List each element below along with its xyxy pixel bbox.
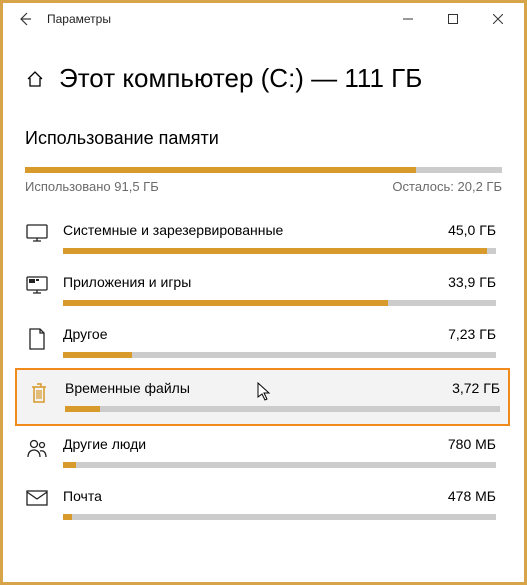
category-row[interactable]: Почта 478 МБ [25,478,502,530]
category-label: Другие люди [63,436,146,452]
apps-icon [25,276,49,300]
section-title: Использование памяти [25,128,502,149]
category-list: Системные и зарезервированные 45,0 ГБ Прил… [25,212,502,530]
category-row[interactable]: Системные и зарезервированные 45,0 ГБ [25,212,502,264]
category-label: Временные файлы [65,380,190,396]
category-body: Системные и зарезервированные 45,0 ГБ [63,222,496,254]
category-size: 478 МБ [448,488,496,504]
content-area: Этот компьютер (C:) — 111 ГБ Использован… [3,35,524,530]
category-size: 780 МБ [448,436,496,452]
system-icon [25,224,49,248]
category-size: 7,23 ГБ [448,326,496,342]
category-size: 33,9 ГБ [448,274,496,290]
category-bar-fill [65,406,100,412]
category-bar-fill [63,300,388,306]
category-bar [63,352,496,358]
minimize-button[interactable] [385,3,430,35]
category-body: Временные файлы 3,72 ГБ [65,380,500,412]
category-bar-fill [63,462,76,468]
category-label: Почта [63,488,102,504]
category-row[interactable]: Другое 7,23 ГБ [25,316,502,368]
category-bar [63,300,496,306]
titlebar: Параметры [3,3,524,35]
category-body: Другое 7,23 ГБ [63,326,496,358]
category-bar [63,514,496,520]
storage-total-fill [25,167,416,173]
mail-icon [25,490,49,514]
category-bar-fill [63,248,487,254]
category-bar-fill [63,352,132,358]
back-button[interactable] [7,3,43,35]
category-label: Системные и зарезервированные [63,222,283,238]
page-header: Этот компьютер (C:) — 111 ГБ [25,63,502,94]
maximize-button[interactable] [430,3,475,35]
category-row[interactable]: Другие люди 780 МБ [25,426,502,478]
category-bar [63,462,496,468]
category-row[interactable]: Временные файлы 3,72 ГБ [15,368,510,426]
remaining-label: Осталось: 20,2 ГБ [392,179,502,194]
category-body: Почта 478 МБ [63,488,496,520]
category-bar [65,406,500,412]
category-bar-fill [63,514,72,520]
category-row[interactable]: Приложения и игры 33,9 ГБ [25,264,502,316]
category-body: Приложения и игры 33,9 ГБ [63,274,496,306]
category-bar [63,248,496,254]
people-icon [25,438,49,462]
category-body: Другие люди 780 МБ [63,436,496,468]
usage-labels: Использовано 91,5 ГБ Осталось: 20,2 ГБ [25,179,502,194]
category-size: 45,0 ГБ [448,222,496,238]
category-label: Приложения и игры [63,274,191,290]
close-icon [493,14,503,24]
category-label: Другое [63,326,107,342]
maximize-icon [448,14,458,24]
window-controls [385,3,520,35]
window-title: Параметры [47,12,111,26]
used-label: Использовано 91,5 ГБ [25,179,159,194]
arrow-left-icon [17,11,33,27]
page-title: Этот компьютер (C:) — 111 ГБ [59,63,422,94]
other-icon [25,328,49,352]
storage-total-bar [25,167,502,173]
close-button[interactable] [475,3,520,35]
home-icon[interactable] [25,69,45,89]
minimize-icon [403,14,413,24]
category-size: 3,72 ГБ [452,380,500,396]
temp-icon [27,382,51,406]
